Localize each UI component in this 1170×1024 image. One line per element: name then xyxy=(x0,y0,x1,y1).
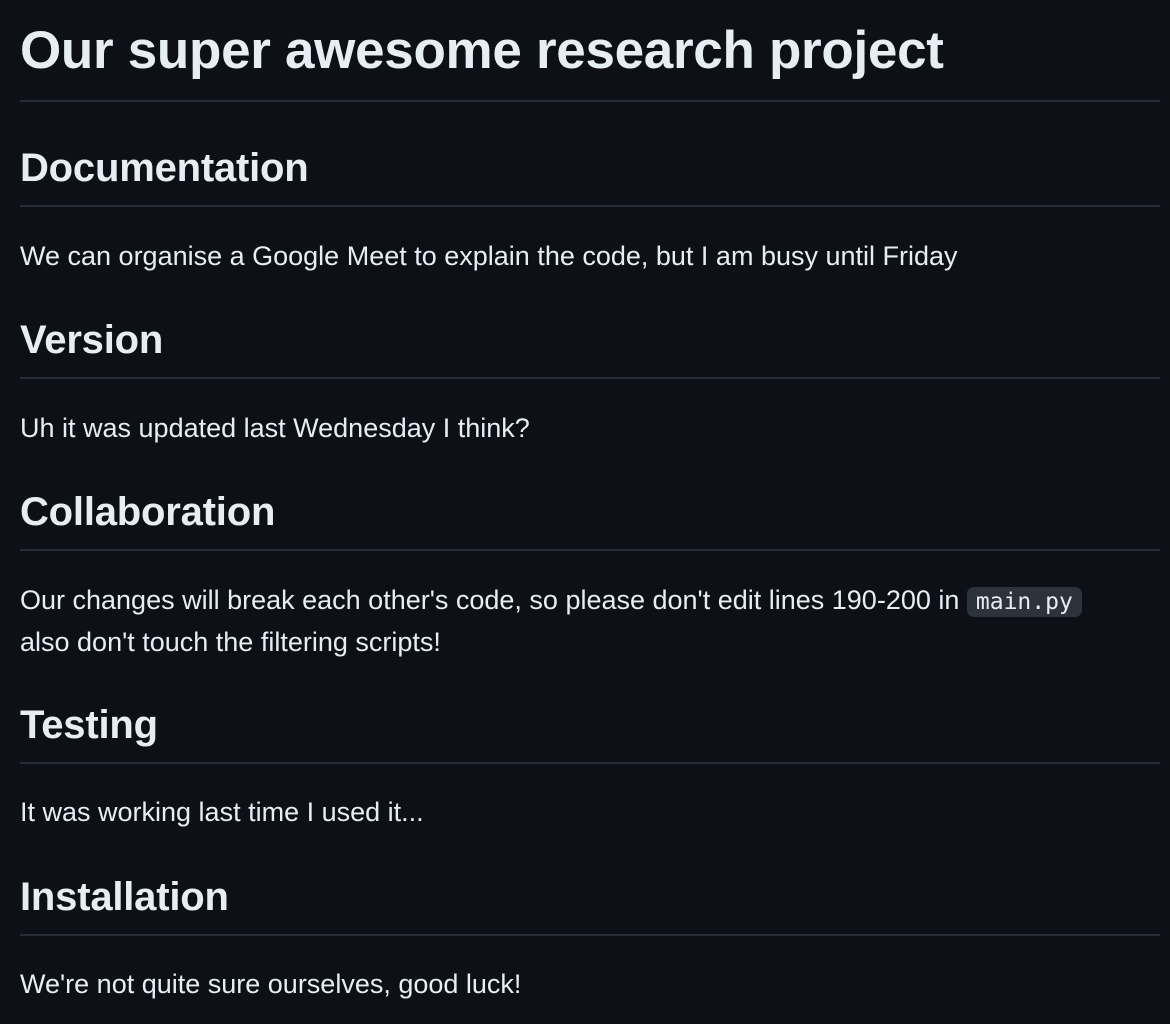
section-text-documentation: We can organise a Google Meet to explain… xyxy=(20,241,958,271)
section-divider xyxy=(20,205,1160,207)
section-text-version: Uh it was updated last Wednesday I think… xyxy=(20,413,530,443)
inline-code-filename: main.py xyxy=(966,587,1082,617)
section-text-collaboration: Our changes will break each other's code… xyxy=(20,580,1160,662)
section-heading-installation: Installation xyxy=(20,875,229,919)
readme-document: Our super awesome research project Docum… xyxy=(0,0,1170,1024)
section-text-installation: We're not quite sure ourselves, good luc… xyxy=(20,969,522,999)
collaboration-text-line-1: Our changes will break each other's code… xyxy=(20,585,967,615)
title-divider xyxy=(20,100,1160,102)
section-divider xyxy=(20,934,1160,936)
collaboration-text-line-2: also don't touch the filtering scripts! xyxy=(20,627,441,657)
section-heading-version: Version xyxy=(20,318,164,362)
section-divider xyxy=(20,377,1160,379)
section-heading-collaboration: Collaboration xyxy=(20,490,276,534)
page-title: Our super awesome research project xyxy=(20,21,944,80)
section-heading-documentation: Documentation xyxy=(20,146,309,190)
section-text-testing: It was working last time I used it... xyxy=(20,797,424,827)
section-heading-testing: Testing xyxy=(20,703,158,747)
section-divider xyxy=(20,549,1160,551)
section-divider xyxy=(20,762,1160,764)
